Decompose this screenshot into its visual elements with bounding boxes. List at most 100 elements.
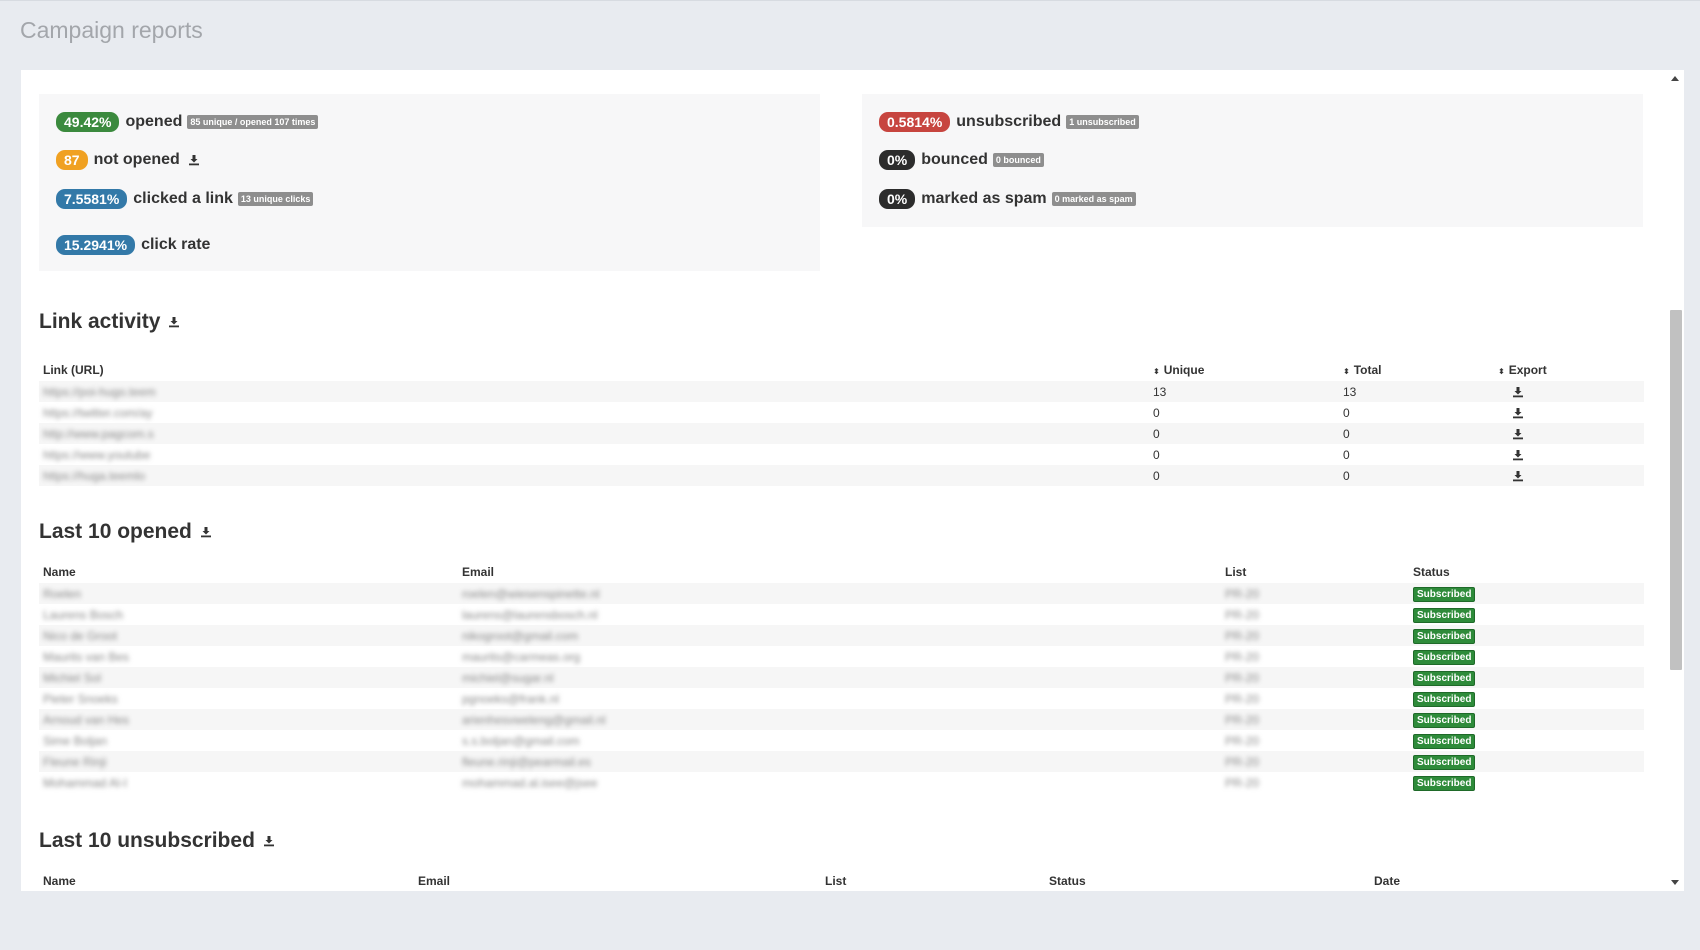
download-icon[interactable] (1512, 407, 1524, 419)
subscriber-email: michiel@sugar.nl (462, 670, 554, 685)
status-badge: Subscribed (1413, 649, 1476, 665)
download-icon[interactable] (1512, 449, 1524, 461)
link-url[interactable]: http://www.pagcom.s (43, 427, 154, 441)
total-count: 13 (1343, 384, 1357, 399)
download-icon[interactable] (1512, 386, 1524, 398)
table-row: Arnoud van Hes arienhesvweleng@gmail.nl PR… (39, 709, 1644, 730)
subscriber-name: Nico de Groot (43, 628, 118, 643)
column-header-name: Name (43, 565, 76, 579)
download-icon[interactable] (188, 154, 200, 166)
stat-clicked-link: 7.5581% clicked a link 13 unique clicks (56, 189, 314, 209)
status-badge: Subscribed (1413, 691, 1476, 707)
table-row: https://twitter.com/ay 0 0 (39, 402, 1644, 423)
total-count: 0 (1343, 426, 1350, 441)
column-header-list: List (825, 874, 847, 888)
sort-icon: ⬍ (1153, 367, 1160, 376)
subscriber-list: PR-20 (1225, 670, 1260, 685)
unsubscribed-detail-tag: 1 unsubscribed (1066, 115, 1139, 129)
link-url[interactable]: https://twitter.com/ay (43, 406, 152, 420)
spam-percent-pill: 0% (879, 189, 916, 209)
column-header-email: Email (418, 874, 451, 888)
column-header-name: Name (43, 874, 76, 888)
subscriber-name: Maurits van Bes (43, 649, 130, 664)
column-header-email: Email (462, 565, 495, 579)
table-row: Roelen roelen@wiesenspinette.nl PR-20 Subsc… (39, 583, 1644, 604)
column-header-total[interactable]: ⬍ Total (1339, 359, 1494, 381)
unique-count: 13 (1153, 384, 1167, 399)
report-panel: 49.42% opened 85 unique / opened 107 tim… (21, 70, 1684, 891)
subscriber-name: Michiel Sol (43, 670, 102, 685)
total-count: 0 (1343, 405, 1350, 420)
bounced-percent-pill: 0% (879, 150, 916, 170)
subscriber-email: s.s.boljan@gmail.com (462, 733, 580, 748)
subscriber-email: pgnoeks@frank.nl (462, 691, 559, 706)
table-row: Nico de Groot nikogroot@gmail.com PR-20 Sub… (39, 625, 1644, 646)
link-url[interactable]: https://www.youtube (43, 448, 150, 462)
scroll-down-arrow-icon[interactable] (1671, 880, 1679, 885)
column-header-link: Link (URL) (43, 363, 104, 377)
not-opened-label: not opened (93, 151, 180, 168)
bounced-detail-tag: 0 bounced (992, 153, 1044, 167)
table-row: https://www.youtube 0 0 (39, 444, 1644, 465)
last-unsubscribed-table: Name Email List Status Date (39, 870, 1644, 891)
status-badge: Subscribed (1413, 733, 1476, 749)
total-count: 0 (1343, 468, 1350, 483)
subscriber-list: PR-20 (1225, 649, 1260, 664)
export-header-label: Export (1508, 363, 1547, 377)
scroll-up-arrow-icon[interactable] (1671, 76, 1679, 81)
stats-summary-left: 49.42% opened 85 unique / opened 107 tim… (39, 94, 820, 271)
subscriber-name: Arnoud van Hes (43, 712, 130, 727)
status-badge: Subscribed (1413, 775, 1476, 791)
unique-count: 0 (1153, 405, 1160, 420)
last-unsubscribed-heading: Last 10 unsubscribed (39, 829, 255, 852)
not-opened-count-pill: 87 (56, 150, 88, 170)
download-icon[interactable] (200, 526, 212, 538)
last-unsubscribed-title: Last 10 unsubscribed (39, 829, 275, 853)
column-header-status: Status (1049, 874, 1086, 888)
table-row: Maurits van Bes maurits@carmeas.org PR-20 S… (39, 646, 1644, 667)
spam-detail-tag: 0 marked as spam (1051, 192, 1136, 206)
subscriber-name: Laurens Bosch (43, 607, 124, 622)
table-row: Mohammad Al-I mohammad.al.isee@jsee PR-20 S… (39, 772, 1644, 793)
download-icon[interactable] (1512, 428, 1524, 440)
download-icon[interactable] (1512, 470, 1524, 482)
status-badge: Subscribed (1413, 607, 1476, 623)
column-header-status: Status (1413, 565, 1450, 579)
table-row: Laurens Bosch laurens@laurensbosch.nl PR-2… (39, 604, 1644, 625)
opened-label: opened (125, 113, 183, 130)
unsubscribed-label: unsubscribed (956, 113, 1062, 130)
scrollbar-thumb[interactable] (1670, 310, 1682, 670)
link-url[interactable]: https://huga.teemlo (43, 469, 145, 483)
subscriber-list: PR-20 (1225, 586, 1260, 601)
download-icon[interactable] (168, 316, 180, 328)
subscriber-name: Mohammad Al-I (43, 775, 128, 790)
subscriber-list: PR-20 (1225, 712, 1260, 727)
subscriber-list: PR-20 (1225, 628, 1260, 643)
link-url[interactable]: https://poi-hugo.teem (43, 385, 156, 399)
bounced-label: bounced (921, 151, 988, 168)
unique-count: 0 (1153, 447, 1160, 462)
unique-header-label: Unique (1163, 363, 1205, 377)
stat-marked-spam: 0% marked as spam 0 marked as spam (879, 189, 1136, 209)
subscriber-email: mohammad.al.isee@jsee (462, 775, 598, 790)
table-row: Fleune Rinji fleune.rinji@pearmail.es PR-2… (39, 751, 1644, 772)
subscriber-email: maurits@carmeas.org (462, 649, 581, 664)
table-row: Pieter Snoeks pgnoeks@frank.nl PR-20 Subscr… (39, 688, 1644, 709)
subscriber-name: Pieter Snoeks (43, 691, 118, 706)
total-count: 0 (1343, 447, 1350, 462)
opened-detail-tag: 85 unique / opened 107 times (187, 115, 319, 129)
column-header-unique[interactable]: ⬍ Unique (1149, 359, 1339, 381)
download-icon[interactable] (263, 835, 275, 847)
link-activity-heading: Link activity (39, 310, 161, 333)
subscriber-email: laurens@laurensbosch.nl (462, 607, 598, 622)
last-opened-heading: Last 10 opened (39, 520, 192, 543)
status-badge: Subscribed (1413, 712, 1476, 728)
unique-count: 0 (1153, 468, 1160, 483)
table-row: Michiel Sol michiel@sugar.nl PR-20 Subscrib… (39, 667, 1644, 688)
stat-unsubscribed: 0.5814% unsubscribed 1 unsubscribed (879, 112, 1139, 132)
column-header-export[interactable]: ⬍ Export (1494, 359, 1644, 381)
status-badge: Subscribed (1413, 754, 1476, 770)
vertical-scrollbar[interactable] (1666, 70, 1684, 891)
last-opened-title: Last 10 opened (39, 520, 212, 544)
subscriber-list: PR-20 (1225, 754, 1260, 769)
